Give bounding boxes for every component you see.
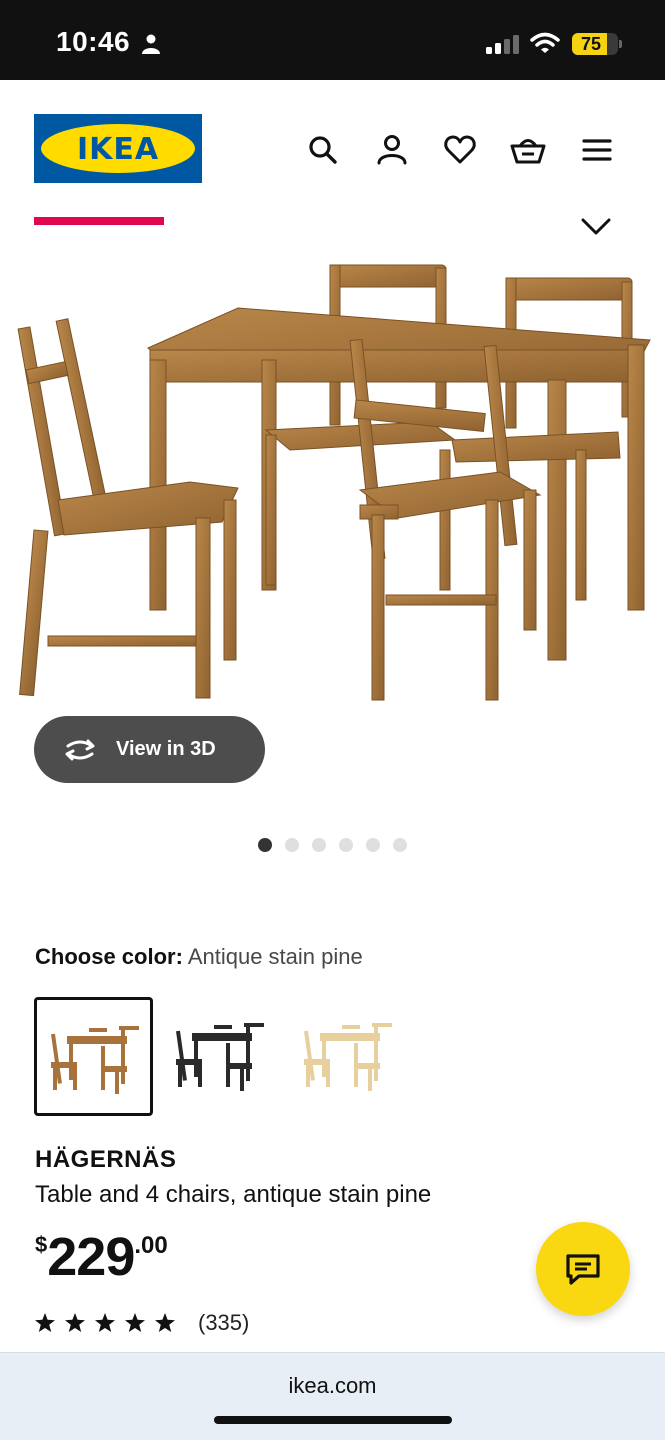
site-header: IKEA bbox=[0, 80, 665, 220]
choose-color-label: Choose color: bbox=[35, 944, 183, 969]
price-decimal: .00 bbox=[134, 1232, 168, 1259]
price-currency: $ bbox=[35, 1232, 48, 1257]
url-text: ikea.com bbox=[288, 1373, 377, 1398]
star-icon bbox=[65, 1313, 85, 1332]
product-description: Table and 4 chairs, antique stain pine bbox=[35, 1181, 432, 1208]
pagination-dot[interactable] bbox=[312, 838, 326, 852]
product-name: HÄGERNÄS bbox=[35, 1146, 177, 1173]
home-indicator[interactable] bbox=[214, 1416, 452, 1424]
menu-icon[interactable] bbox=[578, 132, 614, 168]
battery-percent: 75 bbox=[580, 34, 602, 54]
rating-count: (335) bbox=[198, 1310, 250, 1335]
product-rating[interactable]: (335) bbox=[34, 1308, 249, 1338]
view-in-3d-label: View in 3D bbox=[116, 738, 216, 760]
battery-icon: 75 bbox=[572, 33, 618, 55]
product-image[interactable] bbox=[0, 250, 665, 720]
scroll-progress-indicator bbox=[34, 217, 164, 225]
swatch-natural-pine[interactable] bbox=[290, 997, 409, 1116]
price-integer: 229 bbox=[47, 1227, 135, 1287]
selected-color-value: Antique stain pine bbox=[187, 944, 363, 969]
pagination-dot[interactable] bbox=[393, 838, 407, 852]
product-price: $229.00 bbox=[35, 1226, 168, 1288]
status-bar: 10:46 75 bbox=[0, 0, 665, 80]
chevron-down-icon[interactable] bbox=[580, 215, 612, 237]
clock: 10:46 bbox=[56, 26, 131, 57]
star-icon bbox=[155, 1313, 175, 1332]
logo-text: IKEA bbox=[76, 132, 160, 167]
color-selection-label: Choose color: Antique stain pine bbox=[35, 944, 363, 970]
heart-icon[interactable] bbox=[442, 132, 478, 168]
pagination-dot[interactable] bbox=[258, 838, 272, 852]
pagination-dot[interactable] bbox=[285, 838, 299, 852]
star-icon bbox=[95, 1313, 115, 1332]
star-icon bbox=[125, 1313, 145, 1332]
chat-button[interactable] bbox=[536, 1222, 630, 1316]
chat-icon bbox=[566, 1254, 600, 1285]
pagination-dot[interactable] bbox=[339, 838, 353, 852]
browser-url-bar[interactable]: ikea.com bbox=[0, 1352, 665, 1440]
pagination-dot[interactable] bbox=[366, 838, 380, 852]
person-icon bbox=[142, 34, 160, 54]
swatch-antique-stain-pine[interactable] bbox=[34, 997, 153, 1116]
cellular-signal-icon bbox=[486, 35, 519, 54]
ikea-logo[interactable]: IKEA bbox=[34, 114, 202, 183]
swatch-black[interactable] bbox=[162, 997, 281, 1116]
battery-nub bbox=[619, 40, 622, 48]
account-icon[interactable] bbox=[374, 132, 410, 168]
cart-icon[interactable] bbox=[510, 132, 546, 168]
wifi-icon bbox=[530, 32, 560, 53]
star-icon bbox=[35, 1313, 55, 1332]
view-in-3d-button[interactable]: View in 3D bbox=[34, 716, 265, 783]
search-icon[interactable] bbox=[305, 132, 341, 168]
image-pagination bbox=[258, 838, 407, 852]
rotate-3d-icon bbox=[65, 739, 95, 761]
